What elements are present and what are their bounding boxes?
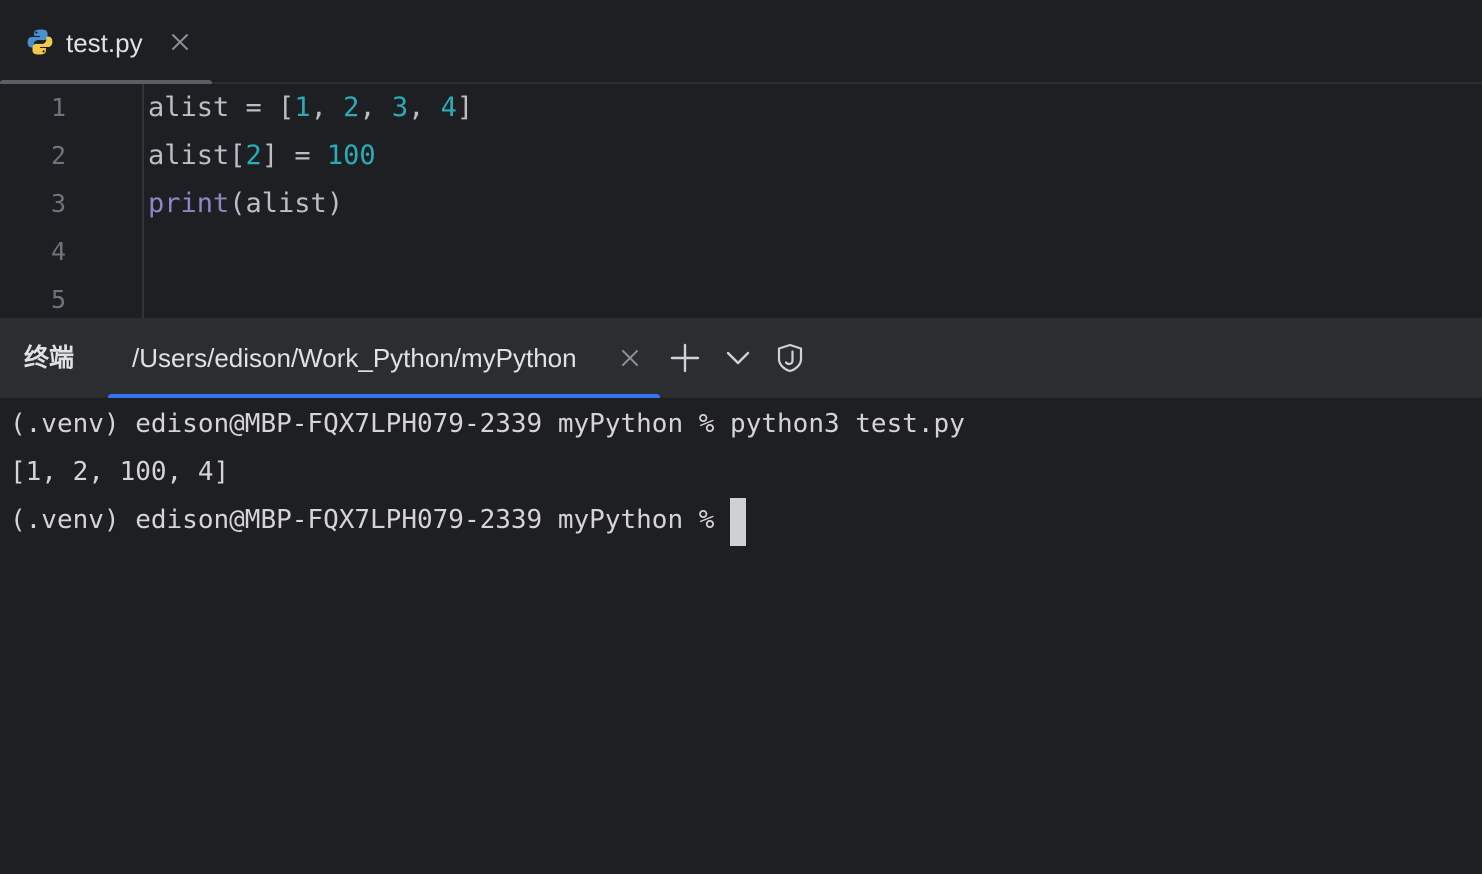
chevron-down-icon[interactable] — [722, 342, 754, 374]
code-token: alist[ — [148, 140, 246, 171]
line-number: 2 — [50, 141, 66, 170]
code-token: 3 — [391, 92, 409, 123]
close-icon[interactable] — [168, 30, 192, 54]
code-token: 4 — [440, 92, 457, 123]
code-line[interactable]: alist = [1, 2, 3, 4] — [148, 84, 473, 132]
terminal-output-line: [1, 2, 100, 4] — [10, 457, 230, 487]
gutter-separator — [142, 84, 144, 318]
terminal-title: 终端 — [24, 343, 75, 372]
code-editor[interactable]: 12345 alist = [1, 2, 3, 4] alist[2] = 100… — [0, 84, 1482, 318]
code-token: 2 — [245, 140, 262, 171]
code-token: , — [408, 92, 441, 123]
code-token: alist = [ — [148, 92, 295, 123]
editor-tab-test-py[interactable]: test.py — [0, 0, 212, 86]
code-token: 2 — [343, 92, 360, 123]
code-token: ] — [456, 92, 474, 123]
code-token: , — [310, 92, 344, 123]
line-number: 1 — [50, 93, 66, 122]
line-number: 4 — [50, 237, 66, 266]
code-token: print — [148, 188, 230, 219]
terminal-tab-label: /Users/edison/Work_Python/myPython — [132, 343, 577, 373]
close-icon[interactable] — [618, 346, 642, 370]
editor-tab-bar: test.py — [0, 0, 1482, 86]
line-number: 3 — [50, 189, 66, 218]
python-file-icon — [27, 29, 53, 55]
terminal-session-tab[interactable]: /Users/edison/Work_Python/myPython — [108, 318, 660, 400]
line-number: 5 — [50, 285, 66, 314]
code-token: , — [359, 92, 392, 123]
terminal-toolbar: 终端 /Users/edison/Work_Python/myPython — [0, 318, 1482, 400]
code-line[interactable]: alist[2] = 100 — [148, 132, 376, 180]
code-token: ] = — [261, 140, 327, 171]
terminal-output-line: (.venv) edison@MBP-FQX7LPH079-2339 myPyt… — [10, 409, 965, 439]
line-number-gutter: 1 2 3 4 5 — [0, 84, 110, 318]
terminal-prompt: (.venv) edison@MBP-FQX7LPH079-2339 myPyt… — [10, 505, 731, 535]
add-icon[interactable] — [669, 342, 701, 374]
code-token: 1 — [294, 92, 311, 123]
terminal-cursor[interactable] — [730, 498, 747, 546]
code-token: 100 — [326, 140, 376, 171]
terminal-prompt-line: (.venv) edison@MBP-FQX7LPH079-2339 myPyt… — [10, 496, 747, 546]
terminal-output[interactable]: (.venv) edison@MBP-FQX7LPH079-2339 myPyt… — [0, 398, 1482, 874]
code-token: (alist) — [229, 188, 344, 219]
code-line[interactable]: print(alist) — [148, 180, 343, 228]
editor-tab-label: test.py — [66, 28, 143, 58]
shield-icon[interactable] — [774, 342, 806, 374]
